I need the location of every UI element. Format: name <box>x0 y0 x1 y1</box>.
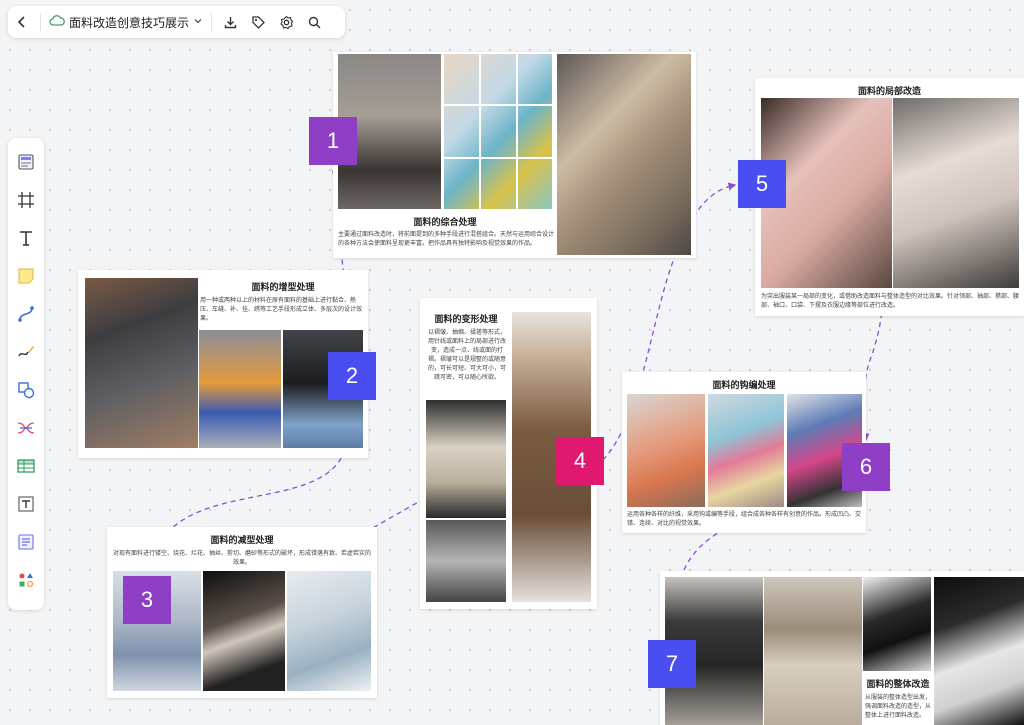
card-description: 运用各种各样的纤维，采用钩或编等手段，组合成各种各样有创意的作品。形成凹凸、交错… <box>627 511 861 527</box>
divider <box>211 13 213 31</box>
top-toolbar: 面料改造创意技巧展示 <box>8 6 345 38</box>
left-toolbar <box>8 138 44 610</box>
card-comprehensive-treatment[interactable]: 面料的综合处理 主要通过面料改造时，将前面提到的多种手段进行混搭组合。天然与运用… <box>333 52 696 258</box>
chevron-down-icon <box>193 15 203 29</box>
tag-icon[interactable] <box>244 8 272 36</box>
cloud-icon <box>49 14 65 30</box>
divider <box>40 13 41 31</box>
table-icon[interactable] <box>12 448 40 484</box>
sticky-note-icon[interactable] <box>12 258 40 294</box>
settings-icon[interactable] <box>272 8 300 36</box>
step-badge-3[interactable]: 3 <box>123 576 171 624</box>
text-block-icon[interactable] <box>12 486 40 522</box>
fashion-photo <box>893 98 1019 288</box>
step-badge-5[interactable]: 5 <box>738 160 786 208</box>
text-icon[interactable] <box>12 220 40 256</box>
card-description: 为突出服装某一局部的变化，或借助改造面料与整体造型的对比效果。针对领部、袖部、襟… <box>761 293 1019 309</box>
card-title: 面料的减型处理 <box>210 536 274 546</box>
card-title: 面料的钩编处理 <box>712 381 776 391</box>
frame-icon[interactable] <box>12 182 40 218</box>
more-shapes-icon[interactable] <box>12 562 40 598</box>
card-title: 面料的增型处理 <box>251 283 315 293</box>
step-badge-4[interactable]: 4 <box>556 437 604 485</box>
fashion-photo <box>203 571 285 691</box>
card-title: 面料的局部改造 <box>857 87 921 97</box>
fashion-photo <box>557 54 691 255</box>
download-icon[interactable] <box>216 8 244 36</box>
fashion-photo <box>934 577 1024 725</box>
card-title: 面料的变形处理 <box>434 315 498 325</box>
document-title-dropdown[interactable]: 面料改造创意技巧展示 <box>45 14 207 31</box>
search-icon[interactable] <box>300 8 328 36</box>
step-badge-6[interactable]: 6 <box>842 443 890 491</box>
card-partial-modification[interactable]: 面料的局部改造 为突出服装某一局部的变化，或借助改造面料与整体造型的对比效果。针… <box>755 78 1024 316</box>
back-arrow-icon[interactable] <box>8 8 36 36</box>
fashion-photo <box>708 394 784 507</box>
pen-icon[interactable] <box>12 334 40 370</box>
card-description: 对现有面料进行镂空、烧花、烂花、抽丝、剪切、磨砂等形式的破坏，形成错落有致、若虚… <box>113 550 371 566</box>
list-icon[interactable] <box>12 524 40 560</box>
step-badge-2[interactable]: 2 <box>328 352 376 400</box>
fashion-photo <box>287 571 371 691</box>
card-overall-modification[interactable]: 面料的整体改造 从服装的整体造型出发，强调面料改造的造型，从整体上进行面料改造。 <box>660 571 1024 725</box>
step-badge-7[interactable]: 7 <box>648 640 696 688</box>
document-title: 面料改造创意技巧展示 <box>69 15 190 30</box>
card-description: 用一种或两种以上的材料在原有面料的基础上进行黏合、熱压、车缝、补、挂、绣等工艺手… <box>200 297 362 322</box>
fashion-photo <box>764 577 862 725</box>
card-description: 从服装的整体造型出发，强调面料改造的造型，从整体上进行面料改造。 <box>865 694 931 719</box>
card-description: 以褶皱、抽缩、揉搓等形式，用针线或面料上的局部进行改变，造成一点、线或面的打褶。… <box>427 329 506 381</box>
connector-icon[interactable] <box>12 296 40 332</box>
photo-grid <box>444 54 552 209</box>
fashion-photo <box>199 330 281 448</box>
card-additive-treatment[interactable]: 面料的增型处理 用一种或两种以上的材料在原有面料的基础上进行黏合、熱压、车缝、补… <box>78 270 368 458</box>
card-title: 面料的综合处理 <box>413 218 477 228</box>
fashion-photo <box>426 520 506 602</box>
card-crochet-treatment[interactable]: 面料的钩编处理 运用各种各样的纤维，采用钩或编等手段，组合成各种各样有创意的作品… <box>622 372 866 533</box>
template-icon[interactable] <box>12 144 40 180</box>
fashion-photo <box>426 400 506 518</box>
fashion-photo <box>627 394 705 507</box>
mindmap-icon[interactable] <box>12 410 40 446</box>
card-title: 面料的整体改造 <box>866 680 930 690</box>
fashion-photo <box>85 278 198 448</box>
step-badge-1[interactable]: 1 <box>309 117 357 165</box>
fashion-photo <box>863 577 931 671</box>
card-description: 主要通过面料改造时，将前面提到的多种手段进行混搭组合。天然与运用综合设计的各种方… <box>338 231 554 247</box>
shape-icon[interactable] <box>12 372 40 408</box>
